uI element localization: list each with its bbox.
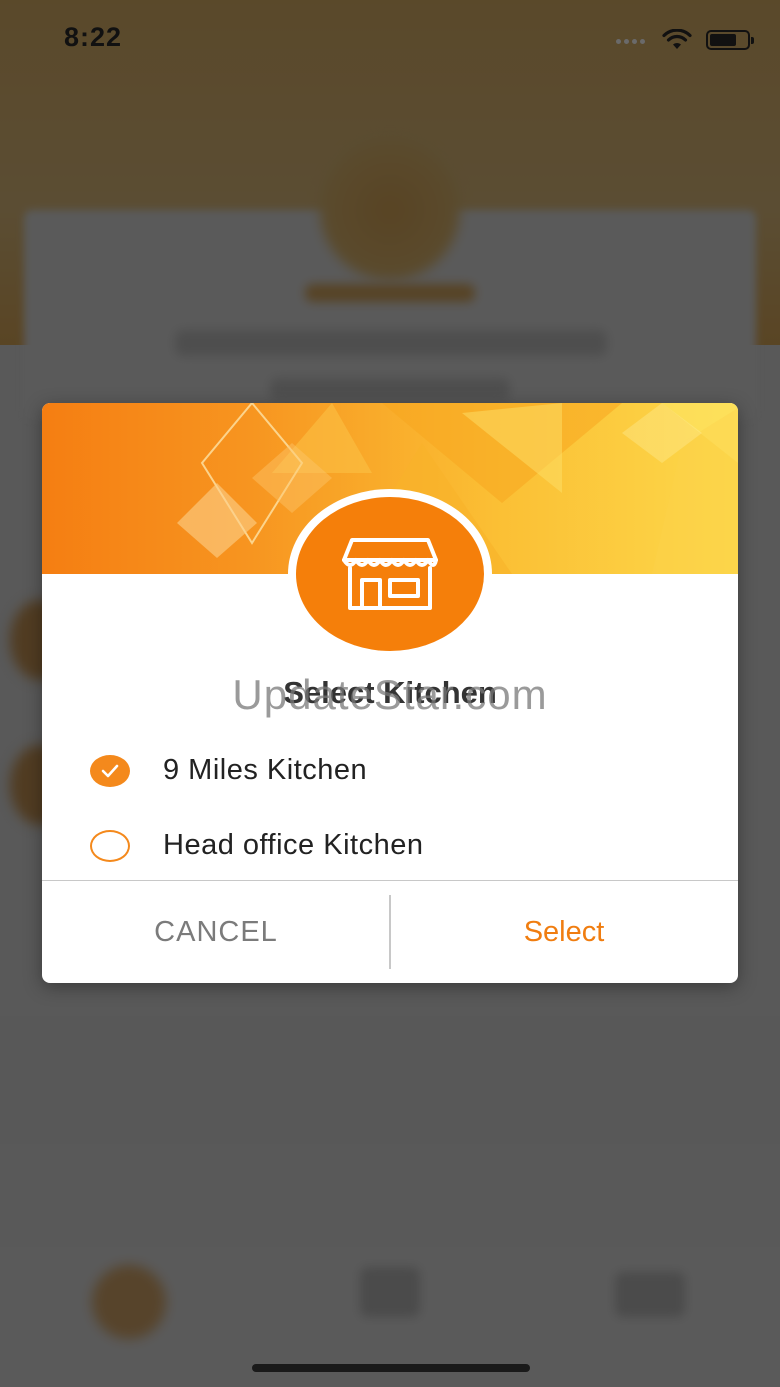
dialog-title: Select Kitchen (283, 675, 497, 710)
status-time: 8:22 (64, 22, 123, 52)
kitchen-options: 9 Miles Kitchen Head office Kitchen (42, 733, 738, 883)
kitchen-badge (288, 489, 492, 659)
option-9-miles-kitchen[interactable]: 9 Miles Kitchen (42, 733, 738, 808)
store-icon (342, 538, 438, 610)
select-kitchen-dialog: Select Kitchen UpdateStar.com 9 Miles Ki… (42, 403, 738, 983)
signal-dots-icon (616, 31, 648, 49)
cancel-button[interactable]: CANCEL (42, 881, 390, 983)
radio-unchecked-icon[interactable] (90, 829, 130, 862)
option-label: Head office Kitchen (163, 829, 424, 861)
battery-icon (706, 30, 754, 50)
option-label: 9 Miles Kitchen (163, 754, 368, 786)
kitchen-badge-circle (296, 497, 484, 651)
wifi-icon (662, 29, 692, 49)
option-head-office-kitchen[interactable]: Head office Kitchen (42, 808, 738, 883)
action-separator (389, 895, 391, 969)
dialog-actions: CANCEL Select (42, 881, 738, 983)
select-button[interactable]: Select (390, 881, 738, 983)
status-bar: 8:22 (0, 0, 780, 80)
status-icons (616, 28, 754, 52)
home-indicator[interactable] (252, 1364, 530, 1372)
radio-checked-icon[interactable] (90, 754, 130, 787)
checkmark-icon (101, 764, 119, 777)
